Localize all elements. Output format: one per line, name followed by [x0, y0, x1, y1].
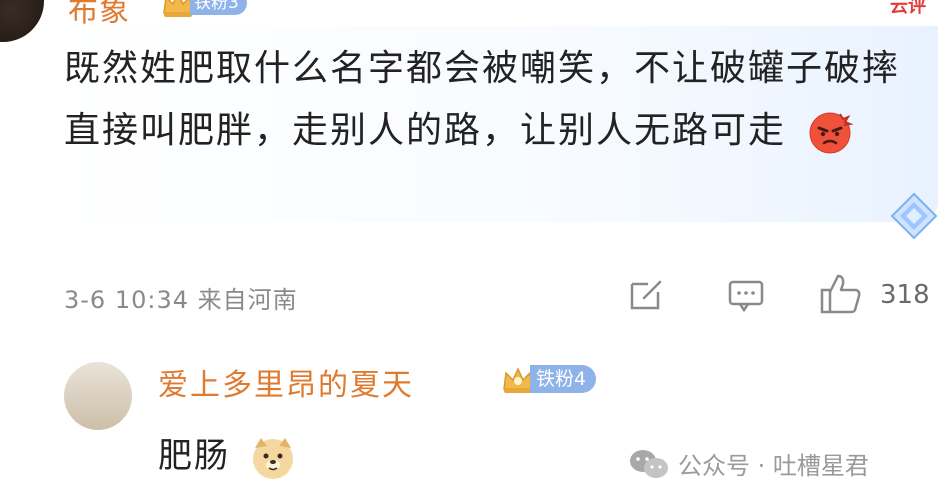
reply-avatar[interactable]: [64, 362, 132, 430]
doge-emoji-icon: [252, 437, 293, 479]
wechat-icon: [630, 449, 668, 478]
watermark: 公众号 · 吐槽星君: [628, 446, 869, 481]
fan-badge-label: 铁粉3: [190, 0, 247, 15]
reply-fan-badge-label: 铁粉4: [530, 365, 597, 393]
weibo-comment-screenshot: 布象 铁粉3 云评 既然姓肥取什么名字都会被嘲笑，不让破罐子破摔直接叫肥胖，走别…: [0, 0, 950, 500]
comment-body: 既然姓肥取什么名字都会被嘲笑，不让破罐子破摔直接叫肥胖，走别人的路，让别人无路可…: [64, 48, 901, 151]
reply-text: 肥肠: [158, 428, 297, 482]
diamond-icon: [890, 192, 938, 240]
like-count: 318: [880, 280, 930, 310]
reply-body: 肥肠: [158, 436, 230, 476]
comment-text: 既然姓肥取什么名字都会被嘲笑，不让破罐子破摔直接叫肥胖，走别人的路，让别人无路可…: [64, 38, 914, 162]
angry-face-emoji-icon: [809, 112, 854, 154]
avatar[interactable]: [0, 0, 44, 42]
reply-username[interactable]: 爱上多里昂的夏天: [158, 360, 414, 404]
comment-icon[interactable]: [726, 278, 766, 314]
fan-badge: 铁粉3: [160, 0, 247, 17]
like-icon[interactable]: [818, 272, 864, 316]
corner-mark: 云评: [890, 0, 926, 17]
edit-icon[interactable]: [626, 276, 666, 312]
reply-fan-badge: 铁粉4: [500, 364, 597, 394]
comment-meta: 3-6 10:34 来自河南: [64, 286, 298, 314]
watermark-text: 公众号 · 吐槽星君: [678, 452, 869, 480]
